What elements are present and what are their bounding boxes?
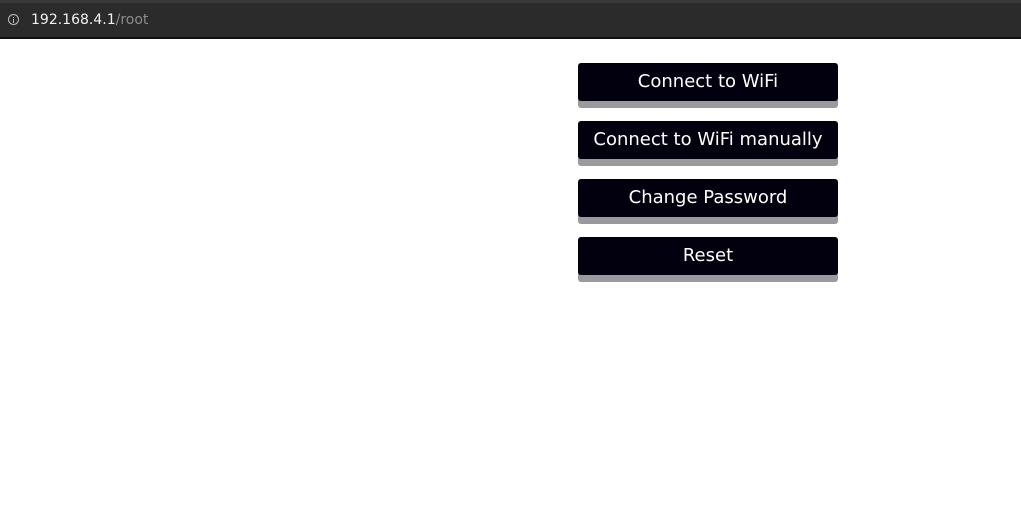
reset-button[interactable]: Reset	[578, 237, 838, 275]
address-url[interactable]: 192.168.4.1/root	[31, 12, 148, 28]
connect-wifi-button[interactable]: Connect to WiFi	[578, 63, 838, 101]
change-password-button[interactable]: Change Password	[578, 179, 838, 217]
browser-address-bar: 192.168.4.1/root	[0, 0, 1021, 39]
url-path: /root	[115, 12, 149, 28]
connect-wifi-manually-button[interactable]: Connect to WiFi manually	[578, 121, 838, 159]
menu-button-stack: Connect to WiFi Connect to WiFi manually…	[578, 63, 838, 295]
url-host: 192.168.4.1	[31, 12, 116, 28]
info-icon[interactable]	[8, 14, 19, 25]
